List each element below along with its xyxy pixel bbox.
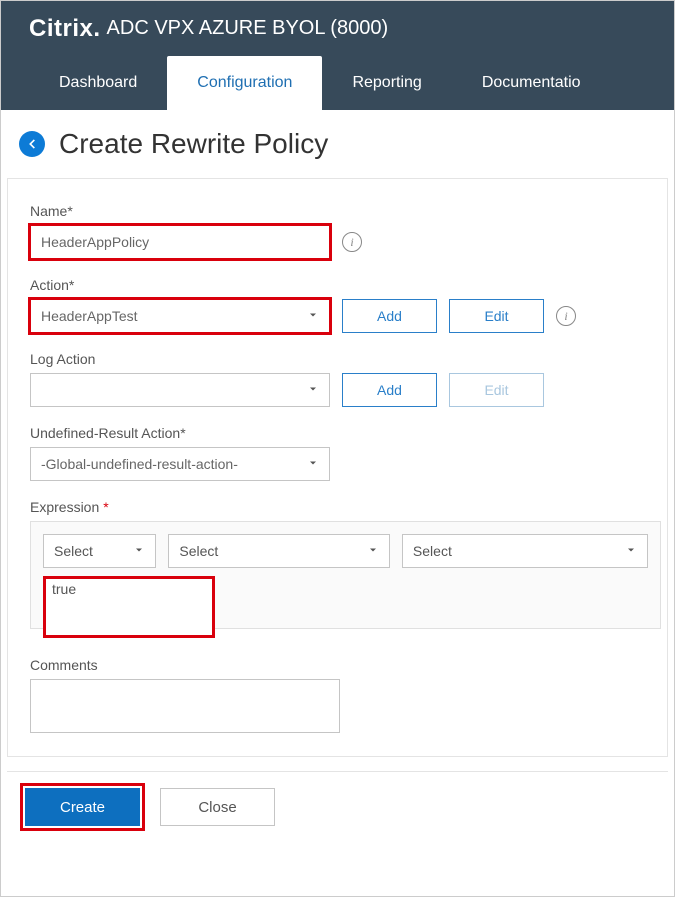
action-select-value: HeaderAppTest	[41, 308, 138, 324]
brand-dot: .	[93, 15, 100, 42]
tab-reporting[interactable]: Reporting	[322, 56, 451, 110]
brand-sub-text: ADC VPX AZURE BYOL (8000)	[107, 17, 389, 40]
form-area: Name* i Action* HeaderAppTest Add Edit i…	[7, 178, 668, 757]
expression-panel: Select Select Select	[30, 521, 661, 629]
action-select[interactable]: HeaderAppTest	[30, 299, 330, 333]
logaction-add-button[interactable]: Add	[342, 373, 437, 407]
action-edit-button[interactable]: Edit	[449, 299, 544, 333]
undef-label: Undefined-Result Action*	[30, 425, 667, 441]
logaction-label: Log Action	[30, 351, 667, 367]
undef-select[interactable]: -Global-undefined-result-action-	[30, 447, 330, 481]
tab-bar: Dashboard Configuration Reporting Docume…	[1, 56, 674, 110]
close-button[interactable]: Close	[160, 788, 275, 826]
back-button[interactable]	[19, 131, 45, 157]
brand-name: Citrix.	[29, 15, 101, 43]
action-add-button[interactable]: Add	[342, 299, 437, 333]
info-icon[interactable]: i	[556, 306, 576, 326]
chevron-down-icon	[307, 382, 319, 398]
logaction-edit-button: Edit	[449, 373, 544, 407]
tab-configuration[interactable]: Configuration	[167, 56, 322, 110]
expression-label: Expression*	[30, 499, 667, 515]
expr-select-3[interactable]: Select	[402, 534, 648, 568]
action-label: Action*	[30, 277, 667, 293]
arrow-left-icon	[25, 137, 39, 151]
chevron-down-icon	[133, 543, 145, 559]
required-star: *	[103, 499, 108, 515]
chevron-down-icon	[307, 308, 319, 324]
name-label: Name*	[30, 203, 667, 219]
chevron-down-icon	[625, 543, 637, 559]
footer-bar: Create Close	[7, 771, 668, 850]
app-header: Citrix. ADC VPX AZURE BYOL (8000)	[1, 1, 674, 56]
tab-dashboard[interactable]: Dashboard	[29, 56, 167, 110]
expression-textarea[interactable]	[43, 576, 215, 638]
expr-select-2[interactable]: Select	[168, 534, 390, 568]
logaction-select[interactable]	[30, 373, 330, 407]
comments-textarea[interactable]	[30, 679, 340, 733]
tab-documentation[interactable]: Documentatio	[452, 56, 611, 110]
brand-main-text: Citrix	[29, 15, 93, 42]
comments-label: Comments	[30, 657, 667, 673]
info-icon[interactable]: i	[342, 232, 362, 252]
page-title: Create Rewrite Policy	[59, 128, 328, 160]
expr-select-1[interactable]: Select	[43, 534, 156, 568]
chevron-down-icon	[367, 543, 379, 559]
create-button[interactable]: Create	[25, 788, 140, 826]
chevron-down-icon	[307, 456, 319, 472]
name-input[interactable]	[30, 225, 330, 259]
undef-select-value: -Global-undefined-result-action-	[41, 456, 238, 472]
